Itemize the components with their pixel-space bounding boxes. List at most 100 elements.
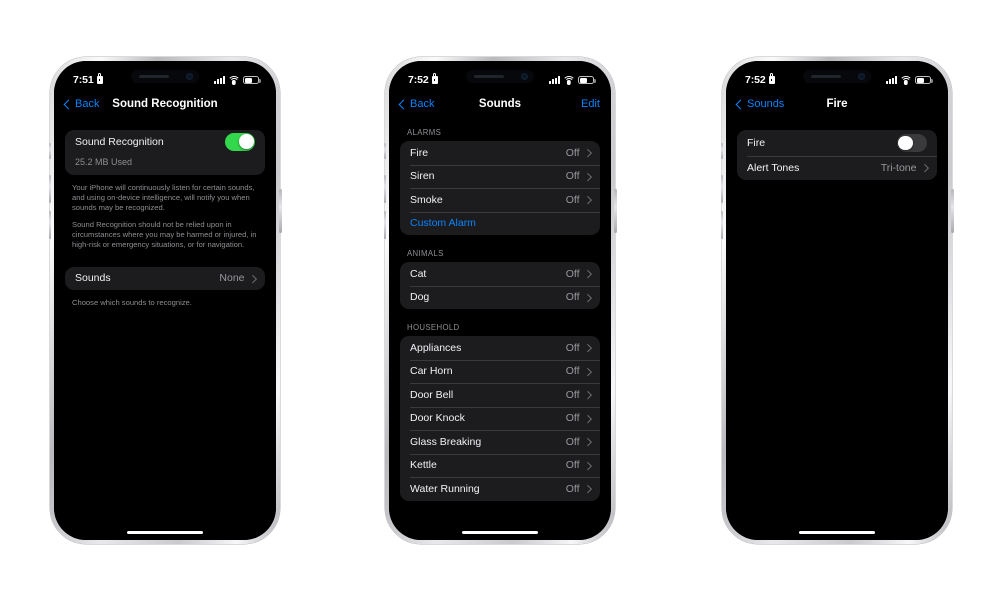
- table-row[interactable]: Dog Off: [400, 285, 600, 310]
- status-time-group: 7:51: [73, 73, 103, 86]
- content-1: Sound Recognition 25.2 MB Used Your iPho…: [54, 117, 276, 540]
- back-button-label: Back: [75, 98, 100, 110]
- chevron-right-icon: [583, 343, 592, 352]
- row-value: Off: [565, 388, 580, 401]
- chevron-right-icon: [920, 163, 929, 172]
- dynamic-island: [131, 70, 199, 83]
- custom-alarm-row[interactable]: Custom Alarm: [400, 211, 600, 236]
- wifi-icon: [562, 76, 576, 85]
- sound-recognition-label: Sound Recognition: [75, 135, 164, 148]
- sounds-group: Sounds None: [65, 266, 265, 291]
- chevron-right-icon: [583, 148, 592, 157]
- row-label: Door Bell: [410, 388, 454, 401]
- home-indicator[interactable]: [799, 530, 875, 534]
- table-row[interactable]: Fire Off: [400, 141, 600, 165]
- nav-bar-1: Back Sound Recognition: [54, 91, 276, 117]
- silence-switch[interactable]: [383, 143, 386, 159]
- toggle-knob: [238, 134, 254, 150]
- row-value: Off: [565, 170, 580, 183]
- lock-icon: [431, 73, 438, 84]
- fire-settings-group: Fire Alert Tones Tri-tone: [737, 130, 937, 180]
- phone-device-1: 7:51 Back Sound Recognition Sound Recogn…: [48, 57, 282, 544]
- cellular-signal-icon: [549, 76, 560, 84]
- row-value: Off: [565, 435, 580, 448]
- status-indicators: [549, 75, 596, 85]
- back-button[interactable]: Back: [63, 98, 100, 110]
- fire-toggle[interactable]: [897, 134, 927, 152]
- row-value: Off: [565, 459, 580, 472]
- chevron-right-icon: [583, 172, 592, 181]
- power-button[interactable]: [279, 189, 282, 233]
- row-label: Car Horn: [410, 365, 453, 378]
- table-row[interactable]: Appliances Off: [400, 336, 600, 360]
- lock-icon: [768, 73, 775, 84]
- status-time-group: 7:52: [408, 73, 438, 86]
- sounds-row[interactable]: Sounds None: [65, 267, 265, 291]
- battery-icon: [243, 75, 261, 85]
- screenshot-stage: 7:51 Back Sound Recognition Sound Recogn…: [0, 0, 1000, 600]
- chevron-left-icon: [398, 99, 409, 109]
- table-row[interactable]: Car Horn Off: [400, 359, 600, 384]
- phone-device-2: 7:52 Back Sounds Edit ALARMS Fire Off Si…: [383, 57, 617, 544]
- lock-icon: [96, 73, 103, 84]
- front-camera-icon: [521, 73, 528, 80]
- home-indicator[interactable]: [462, 530, 538, 534]
- table-row[interactable]: Glass Breaking Off: [400, 430, 600, 454]
- edit-button[interactable]: Edit: [581, 98, 600, 110]
- chevron-right-icon: [248, 274, 257, 283]
- back-button[interactable]: Sounds: [735, 98, 784, 110]
- footnote-choose-sounds: Choose which sounds to recognize.: [72, 298, 192, 308]
- row-value: Off: [565, 341, 580, 354]
- table-row[interactable]: Door Knock Off: [400, 406, 600, 431]
- volume-up-button[interactable]: [383, 175, 386, 203]
- status-time: 7:52: [408, 74, 429, 86]
- chevron-right-icon: [583, 367, 592, 376]
- alert-tones-row[interactable]: Alert Tones Tri-tone: [737, 156, 937, 180]
- table-row[interactable]: Siren Off: [400, 164, 600, 189]
- volume-up-button[interactable]: [48, 175, 51, 203]
- section-group-animals: Cat Off Dog Off: [400, 262, 600, 309]
- toggle-knob: [898, 135, 914, 151]
- table-row[interactable]: Kettle Off: [400, 453, 600, 478]
- storage-used-label: 25.2 MB Used: [75, 156, 133, 167]
- silence-switch[interactable]: [720, 143, 723, 159]
- volume-up-button[interactable]: [720, 175, 723, 203]
- row-value: Off: [565, 412, 580, 425]
- table-row[interactable]: Water Running Off: [400, 477, 600, 501]
- sound-recognition-toggle[interactable]: [225, 133, 255, 151]
- table-row[interactable]: Door Bell Off: [400, 383, 600, 407]
- alert-tones-value: Tri-tone: [880, 161, 917, 174]
- dynamic-island: [803, 70, 871, 83]
- volume-down-button[interactable]: [720, 211, 723, 239]
- chevron-right-icon: [583, 269, 592, 278]
- content-2: ALARMS Fire Off Siren Off Smoke Off Cust…: [389, 117, 611, 540]
- power-button[interactable]: [951, 189, 954, 233]
- screen-sound-recognition: 7:51 Back Sound Recognition Sound Recogn…: [54, 61, 276, 540]
- chevron-right-icon: [583, 195, 592, 204]
- back-button[interactable]: Back: [398, 98, 434, 110]
- alert-tones-label: Alert Tones: [747, 161, 800, 174]
- table-row[interactable]: Cat Off: [400, 262, 600, 286]
- silence-switch[interactable]: [48, 143, 51, 159]
- front-camera-icon: [186, 73, 193, 80]
- row-label: Cat: [410, 267, 427, 280]
- volume-down-button[interactable]: [383, 211, 386, 239]
- section-header-animals: ANIMALS: [407, 249, 444, 258]
- home-indicator[interactable]: [127, 530, 203, 534]
- volume-down-button[interactable]: [48, 211, 51, 239]
- earpiece-speaker: [811, 75, 841, 78]
- row-value: Off: [565, 291, 580, 304]
- screen-fire-detail: 7:52 Sounds Fire Fire Alert Tones Tri-to…: [726, 61, 948, 540]
- wifi-icon: [227, 76, 241, 85]
- row-label: Kettle: [410, 459, 437, 472]
- chevron-right-icon: [583, 461, 592, 470]
- fire-toggle-row[interactable]: Fire: [737, 130, 937, 156]
- sound-recognition-row[interactable]: Sound Recognition: [65, 130, 265, 154]
- row-value: Off: [565, 267, 580, 280]
- table-row[interactable]: Smoke Off: [400, 188, 600, 212]
- status-time: 7:51: [73, 74, 94, 86]
- power-button[interactable]: [614, 189, 617, 233]
- phone-bezel-1: 7:51 Back Sound Recognition Sound Recogn…: [54, 61, 276, 540]
- cellular-signal-icon: [214, 76, 225, 84]
- row-label: Water Running: [410, 482, 480, 495]
